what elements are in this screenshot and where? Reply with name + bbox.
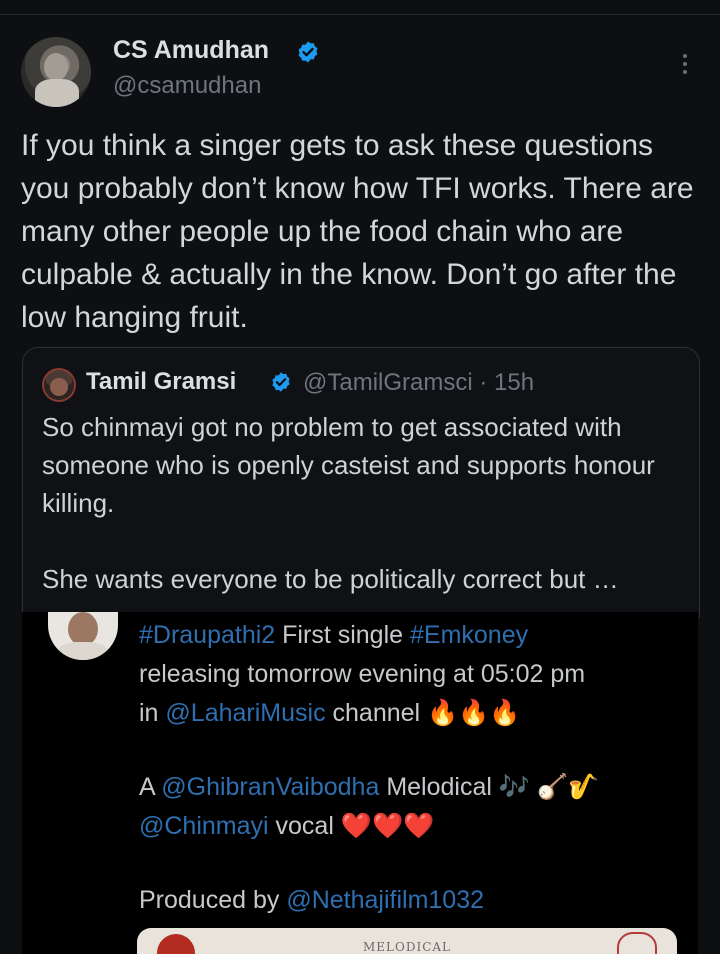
more-options-icon[interactable]: [676, 50, 694, 80]
quoted-tweet[interactable]: Tamil Gramsi @TamilGramsci · 15h So chin…: [22, 347, 700, 618]
quoted-verified-badge-icon: [272, 372, 290, 392]
embedded-line: Produced by @Nethajifilm1032: [139, 886, 485, 914]
embedded-line: @Chinmayi vocal ❤️❤️❤️: [139, 812, 435, 840]
quoted-paragraph: So chinmayi got no problem to get associ…: [42, 412, 655, 518]
quoted-author-name[interactable]: Tamil Gramsi: [86, 368, 236, 396]
poster-caption: MELODICAL: [362, 940, 452, 954]
author-handle[interactable]: @csamudhan: [113, 72, 261, 100]
quoted-author-meta: @TamilGramsci · 15h: [303, 369, 535, 396]
mention-link: @Chinmayi: [139, 812, 269, 840]
embedded-line: releasing tomorrow evening at 05:02 pm: [139, 660, 586, 688]
embedded-author-avatar: [48, 612, 118, 660]
hashtag-link: #Emkoney: [409, 621, 529, 649]
mention-link: @LahariMusic: [165, 699, 326, 727]
poster-signature-mark: [617, 932, 657, 954]
verified-badge-icon: [298, 41, 318, 63]
author-avatar[interactable]: [21, 37, 91, 107]
author-name[interactable]: CS Amudhan: [113, 36, 269, 65]
embedded-post-text: #Draupathi2 First single #Emkoney releas…: [139, 616, 679, 920]
quoted-tweet-text: So chinmayi got no problem to get associ…: [42, 408, 692, 598]
hashtag-link: #Draupathi2: [139, 621, 276, 649]
mention-link: @GhibranVaibodha: [161, 773, 380, 801]
quoted-author-avatar[interactable]: [42, 368, 76, 402]
embedded-line: A @GhibranVaibodha Melodical 🎶 🪕🎷: [139, 773, 600, 801]
embedded-line: #Draupathi2 First single #Emkoney: [139, 621, 529, 649]
embedded-post-screenshot: #Draupathi2 First single #Emkoney releas…: [22, 612, 698, 954]
embedded-line: in @LahariMusic channel 🔥🔥🔥: [139, 699, 521, 727]
quoted-paragraph: She wants everyone to be politically cor…: [42, 564, 619, 594]
mention-link: @Nethajifilm1032: [286, 886, 485, 914]
tweet-text: If you think a singer gets to ask these …: [21, 129, 694, 334]
embedded-poster-image: MELODICAL: [137, 928, 677, 954]
